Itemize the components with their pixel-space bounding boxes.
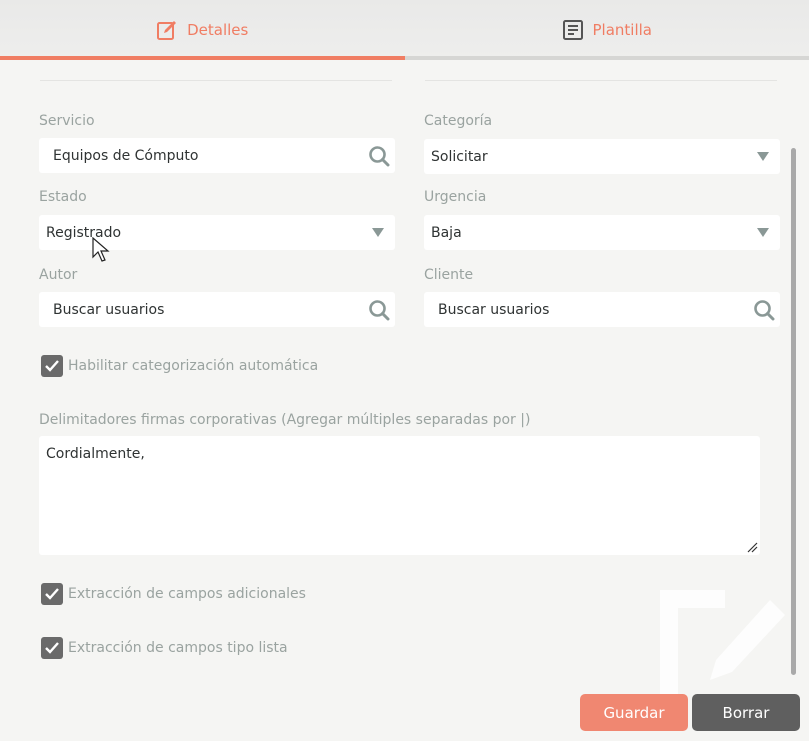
cliente-placeholder: Buscar usuarios [438, 301, 550, 318]
estado-label: Estado [39, 189, 87, 205]
chevron-down-icon [757, 228, 769, 237]
autor-placeholder: Buscar usuarios [53, 301, 165, 318]
document-icon [562, 20, 583, 40]
edit-watermark-icon [660, 590, 785, 700]
divider-left [40, 80, 392, 81]
search-icon[interactable] [368, 299, 390, 321]
extra-fields-checkbox[interactable] [41, 583, 63, 605]
scrollbar[interactable] [791, 148, 796, 675]
chevron-down-icon [372, 228, 384, 237]
delimiters-label: Delimitadores firmas corporativas (Agreg… [39, 412, 531, 428]
search-icon[interactable] [368, 145, 390, 167]
cliente-input[interactable]: Buscar usuarios [424, 292, 780, 327]
urgencia-value: Baja [431, 224, 462, 241]
categoria-value: Solicitar [431, 148, 488, 165]
check-icon [45, 642, 59, 654]
categoria-select[interactable]: Solicitar [424, 139, 780, 174]
delete-button[interactable]: Borrar [692, 694, 800, 731]
extra-fields-row: Extracción de campos adicionales [41, 583, 306, 605]
extra-fields-label: Extracción de campos adicionales [68, 586, 306, 602]
list-fields-checkbox[interactable] [41, 637, 63, 659]
autor-label: Autor [39, 267, 78, 283]
search-icon[interactable] [753, 299, 775, 321]
servicio-label: Servicio [39, 113, 95, 129]
auto-categorization-label: Habilitar categorización automática [68, 358, 319, 374]
auto-categorization-checkbox[interactable] [41, 355, 63, 377]
mouse-cursor-icon [92, 237, 110, 262]
autor-input[interactable]: Buscar usuarios [39, 292, 395, 327]
servicio-input[interactable]: Equipos de Cómputo [39, 138, 395, 173]
save-button[interactable]: Guardar [580, 694, 688, 731]
categoria-label: Categoría [424, 113, 493, 129]
page: Detalles Plantilla Servicio Equipos de C… [0, 0, 809, 741]
tab-plantilla[interactable]: Plantilla [404, 0, 809, 60]
check-icon [45, 588, 59, 600]
check-icon [45, 360, 59, 372]
divider-right [425, 80, 777, 81]
servicio-value: Equipos de Cómputo [53, 147, 199, 164]
urgencia-label: Urgencia [424, 189, 487, 205]
urgencia-select[interactable]: Baja [424, 215, 780, 250]
chevron-down-icon [757, 152, 769, 161]
tab-bar: Detalles Plantilla [0, 0, 809, 60]
resize-grip-icon[interactable] [746, 541, 758, 553]
auto-categorization-row: Habilitar categorización automática [41, 355, 318, 377]
cliente-label: Cliente [424, 267, 474, 283]
edit-icon [157, 21, 177, 40]
list-fields-row: Extracción de campos tipo lista [41, 637, 288, 659]
delimiters-value: Cordialmente, [46, 446, 145, 462]
list-fields-label: Extracción de campos tipo lista [68, 640, 288, 656]
tab-detalles[interactable]: Detalles [0, 0, 405, 60]
tab-detalles-label: Detalles [187, 21, 249, 39]
tab-plantilla-label: Plantilla [592, 21, 653, 39]
delimiters-textarea[interactable]: Cordialmente, [39, 436, 760, 555]
